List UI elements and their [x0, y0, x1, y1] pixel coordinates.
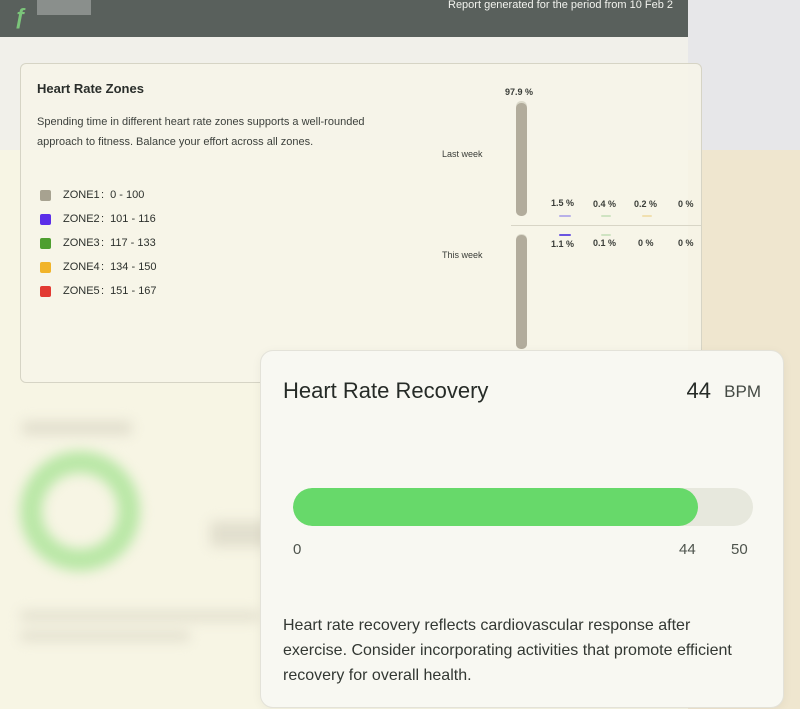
background-top-right	[688, 0, 800, 150]
zone2-range: 101 - 116	[110, 213, 156, 225]
heart-rate-recovery-card: Heart Rate Recovery 44 BPM 0 44 50 Heart…	[260, 350, 784, 708]
zone4-label: ZONE4	[63, 261, 100, 273]
last-week-zone4-bar	[642, 215, 652, 217]
zones-description: Spending time in different heart rate zo…	[37, 116, 365, 148]
this-week-zone5-pct: 0 %	[678, 238, 694, 248]
this-week-zone1-bar	[516, 234, 527, 349]
zone3-range: 117 - 133	[110, 237, 156, 249]
zone3-swatch	[40, 237, 51, 249]
last-week-label: Last week	[442, 149, 483, 159]
last-week-zone2-bar	[559, 215, 571, 217]
zones-legend: ZONE1 : 0 - 100 ZONE2 : 101 - 116 ZONE3 …	[40, 183, 157, 303]
this-week-zone4-pct: 0 %	[638, 238, 654, 248]
recovery-title: Heart Rate Recovery	[283, 378, 489, 403]
heart-rate-zones-card: Heart Rate Zones Spending time in differ…	[20, 63, 702, 383]
last-week-zone3-bar	[601, 215, 611, 217]
last-week-zone5-pct: 0 %	[678, 199, 694, 209]
recovery-scale-current: 44	[679, 541, 696, 558]
zone3-label: ZONE3	[63, 237, 100, 249]
this-week-zone1-fill	[516, 235, 527, 349]
recovery-scale-min: 0	[293, 541, 302, 558]
this-week-zone2-pct: 1.1 %	[551, 239, 575, 249]
last-week-zone1-fill	[516, 103, 527, 216]
zone4-swatch	[40, 261, 51, 273]
last-week-zone2-pct: 1.5 %	[551, 198, 575, 208]
recovery-scale-max: 50	[731, 541, 748, 558]
last-week-zone1-bar	[516, 101, 527, 216]
recovery-bpm-unit: BPM	[724, 382, 761, 401]
blurred-background-content	[0, 381, 270, 709]
zones-title: Heart Rate Zones	[37, 81, 144, 96]
app-name-placeholder	[37, 0, 91, 15]
zone2-label: ZONE2	[63, 213, 100, 225]
zone5-swatch	[40, 285, 51, 297]
this-week-zone2-bar	[559, 234, 571, 236]
legend-item-zone3: ZONE3 : 117 - 133	[40, 231, 157, 255]
recovery-progress-fill	[293, 488, 698, 526]
recovery-description: Heart rate recovery reflects cardiovascu…	[283, 617, 732, 684]
this-week-zone3-pct: 0.1 %	[593, 238, 617, 248]
legend-item-zone1: ZONE1 : 0 - 100	[40, 183, 157, 207]
blurred-ring-chart	[20, 451, 140, 571]
week-divider	[511, 225, 701, 226]
this-week-label: This week	[442, 250, 483, 260]
legend-item-zone4: ZONE4 : 134 - 150	[40, 255, 157, 279]
zone2-swatch	[40, 213, 51, 225]
last-week-zone3-pct: 0.4 %	[593, 199, 617, 209]
zone5-label: ZONE5	[63, 285, 100, 297]
app-logo-icon[interactable]: ƒ	[14, 4, 26, 30]
zone1-swatch	[40, 189, 51, 201]
top-bar: ƒ Report generated for the period from 1…	[0, 0, 688, 37]
last-week-zone1-pct: 97.9 %	[505, 87, 534, 97]
legend-item-zone5: ZONE5 : 151 - 167	[40, 279, 157, 303]
recovery-bpm-value: 44	[686, 378, 711, 403]
recovery-progress-track	[293, 488, 753, 526]
zone1-label: ZONE1	[63, 189, 100, 201]
report-period-text: Report generated for the period from 10 …	[448, 0, 674, 11]
zone5-range: 151 - 167	[110, 285, 157, 297]
zone4-range: 134 - 150	[110, 261, 157, 273]
last-week-zone4-pct: 0.2 %	[634, 199, 658, 209]
legend-item-zone2: ZONE2 : 101 - 116	[40, 207, 157, 231]
this-week-zone3-bar	[601, 234, 611, 236]
zone1-range: 0 - 100	[110, 189, 145, 201]
